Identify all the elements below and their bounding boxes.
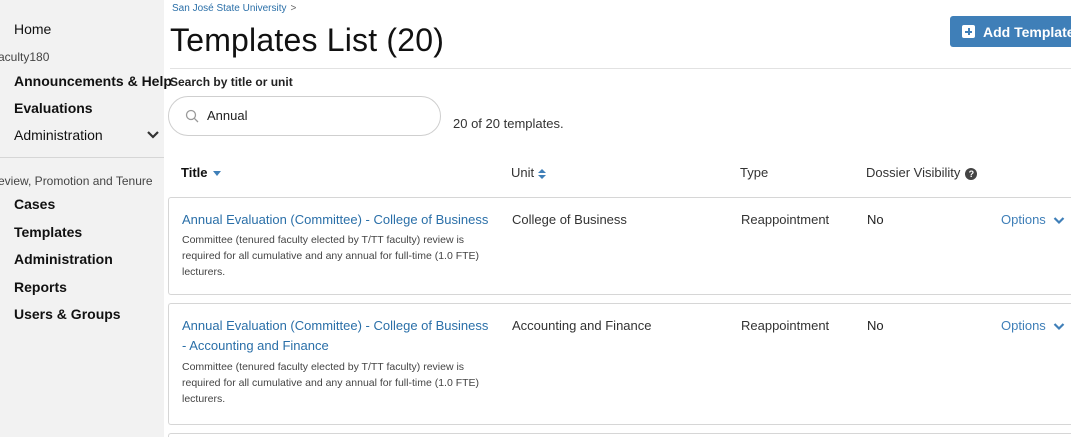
page-title: Templates List (20) [170, 22, 445, 58]
sidebar: Home aculty180 Announcements & Help Eval… [0, 0, 172, 437]
column-header-visibility: Dossier Visibility? [866, 165, 978, 180]
template-unit: Accounting and Finance [512, 318, 652, 333]
breadcrumb-separator: > [290, 3, 297, 14]
sidebar-item-users-groups[interactable]: Users & Groups [14, 306, 121, 322]
column-header-title-label: Title [181, 165, 208, 180]
sidebar-divider [0, 157, 164, 158]
search-input-value: Annual [207, 108, 248, 123]
template-visibility: No [867, 212, 884, 227]
template-description: Committee (tenured faculty elected by T/… [182, 361, 480, 405]
options-label: Options [1001, 212, 1046, 227]
template-title-link[interactable]: Annual Evaluation (Committee) - College … [182, 316, 492, 356]
search-icon [185, 109, 199, 123]
sidebar-item-announcements[interactable]: Announcements & Help [14, 73, 172, 89]
sidebar-section-rpt: eview, Promotion and Tenure [0, 174, 153, 188]
column-header-unit[interactable]: Unit [511, 165, 547, 180]
breadcrumb: San José State University > [172, 3, 296, 14]
table-row: Annual Evaluation (Committee) - College … [168, 197, 1071, 295]
options-label: Options [1001, 318, 1046, 333]
column-header-title[interactable]: Title [181, 165, 221, 180]
divider [170, 68, 1071, 69]
template-title-link[interactable]: Annual Evaluation (Committee) - College … [182, 210, 492, 230]
search-label: Search by title or unit [170, 75, 293, 89]
table-row [168, 433, 1071, 437]
sort-desc-icon [212, 171, 221, 177]
template-type: Reappointment [741, 318, 830, 333]
breadcrumb-university-link[interactable]: San José State University [172, 3, 287, 14]
column-header-unit-label: Unit [511, 165, 535, 180]
chevron-down-icon [1053, 216, 1065, 224]
template-type: Reappointment [741, 212, 830, 227]
chevron-down-icon[interactable] [146, 130, 160, 140]
add-template-label: Add Template [983, 23, 1071, 40]
options-dropdown[interactable]: Options [1001, 210, 1065, 230]
template-visibility: No [867, 318, 884, 333]
column-header-visibility-label: Dossier Visibility [866, 165, 961, 180]
options-dropdown[interactable]: Options [1001, 316, 1065, 336]
sort-icon [538, 168, 547, 179]
sidebar-item-templates[interactable]: Templates [14, 224, 82, 240]
table-row: Annual Evaluation (Committee) - College … [168, 303, 1071, 425]
search-result-count: 20 of 20 templates. [453, 116, 564, 131]
template-unit: College of Business [512, 212, 627, 227]
sidebar-item-cases[interactable]: Cases [14, 196, 55, 212]
sidebar-section-faculty180: aculty180 [0, 50, 50, 64]
help-circle-icon[interactable]: ? [965, 167, 978, 180]
chevron-down-icon [1053, 322, 1065, 330]
sidebar-item-home[interactable]: Home [14, 21, 51, 37]
search-input[interactable]: Annual [168, 96, 441, 136]
sidebar-item-reports[interactable]: Reports [14, 279, 67, 295]
sidebar-item-administration[interactable]: Administration [14, 127, 103, 143]
sidebar-item-evaluations[interactable]: Evaluations [14, 100, 93, 116]
template-description: Committee (tenured faculty elected by T/… [182, 234, 480, 278]
plus-square-icon [962, 25, 975, 38]
sidebar-item-administration-rpt[interactable]: Administration [14, 251, 113, 267]
add-template-button[interactable]: Add Template [950, 16, 1071, 47]
column-header-type: Type [740, 165, 769, 180]
